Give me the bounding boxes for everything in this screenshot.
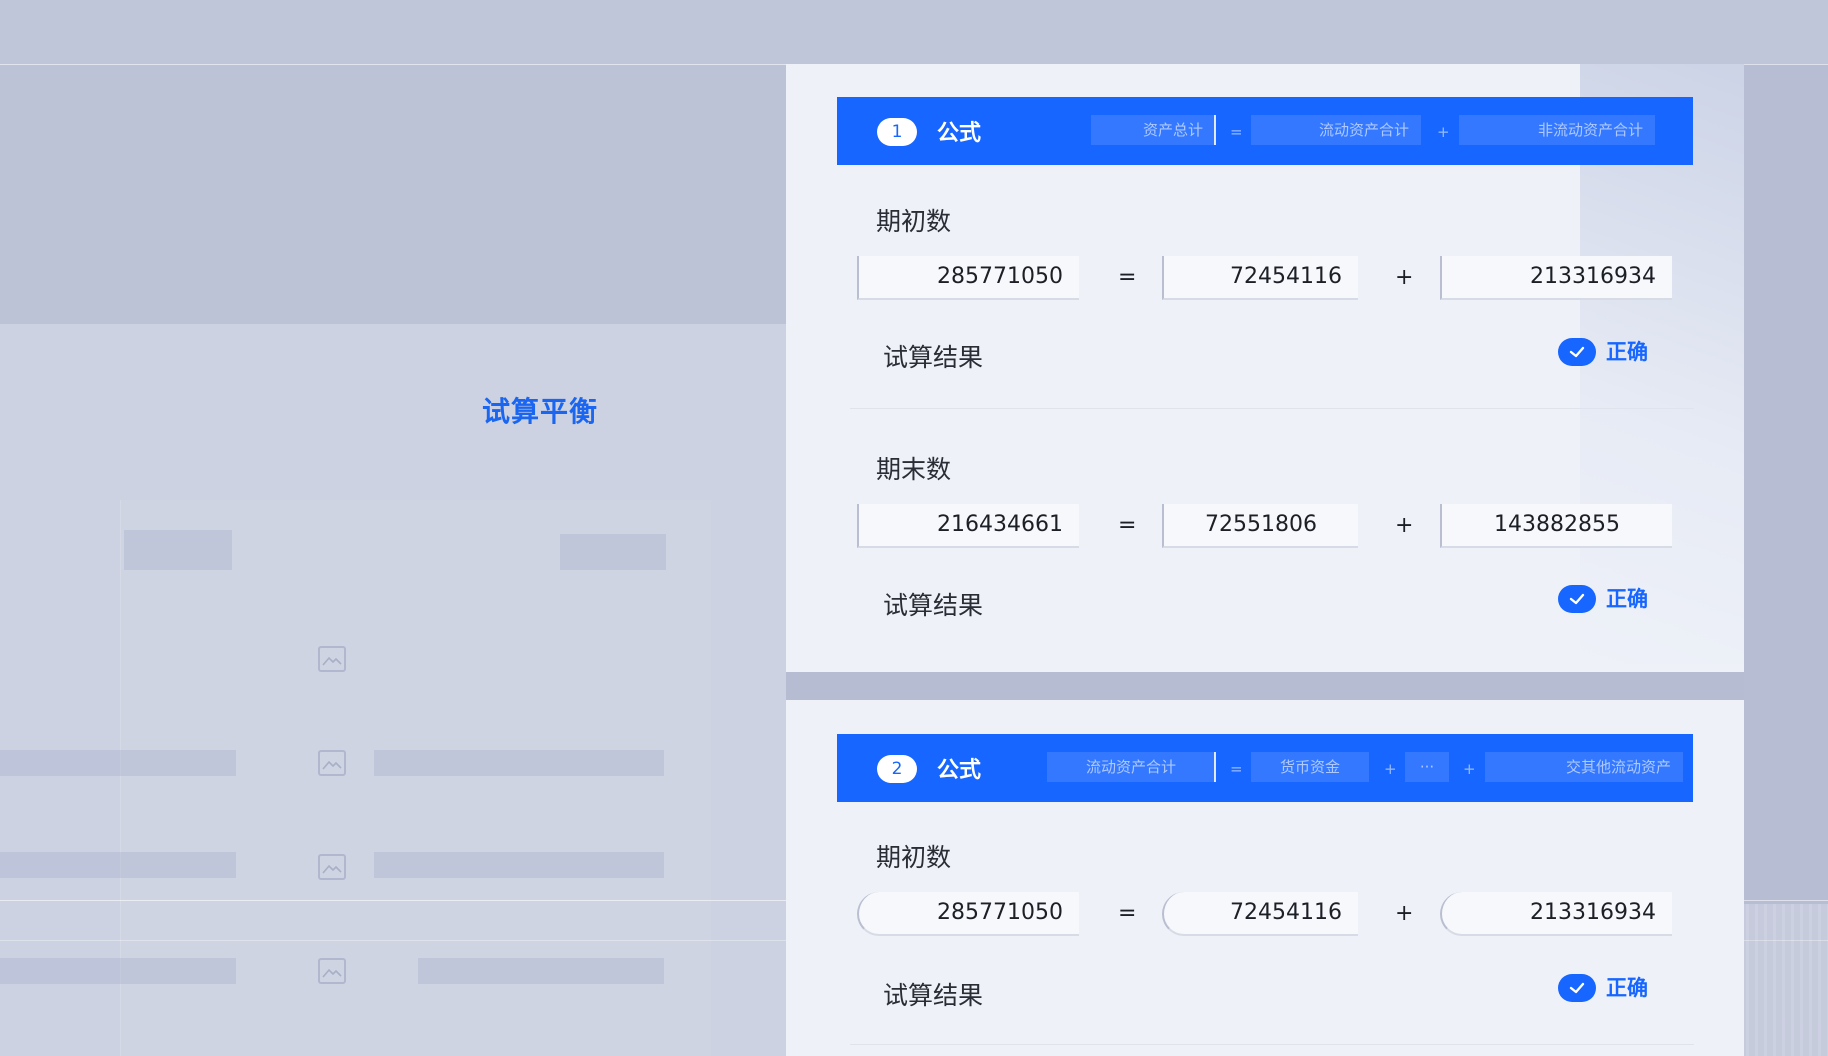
value-field[interactable]: 285771050	[857, 256, 1079, 300]
background-left-panel	[0, 64, 786, 324]
formula-operator: =	[1230, 123, 1243, 141]
placeholder-block	[0, 852, 236, 878]
image-icon	[318, 750, 346, 776]
formula-term-chip[interactable]: 货币资金	[1251, 752, 1369, 782]
plus-operator: +	[1395, 901, 1414, 926]
text-caret	[1214, 752, 1216, 782]
value-field[interactable]: 213316934	[1440, 892, 1672, 936]
text-caret	[1214, 115, 1216, 145]
value-field[interactable]: 216434661	[857, 504, 1079, 548]
formula-term-chip[interactable]: 流动资产合计	[1251, 115, 1421, 145]
formula-term-chip[interactable]: ···	[1405, 752, 1449, 782]
status-text: 正确	[1606, 587, 1648, 611]
placeholder-block	[374, 750, 664, 776]
result-label: 试算结果	[883, 343, 984, 372]
divider	[850, 1044, 1694, 1045]
formula-term-chip[interactable]: 非流动资产合计	[1459, 115, 1655, 145]
check-icon	[1558, 585, 1596, 613]
formula-term-chip[interactable]: 流动资产合计	[1047, 752, 1215, 782]
check-icon	[1558, 338, 1596, 366]
placeholder-block	[0, 958, 236, 984]
equals-operator: =	[1118, 513, 1137, 538]
formula-bar-1: 1 公式 资产总计 = 流动资产合计 + 非流动资产合计	[837, 97, 1693, 165]
placeholder-block	[374, 852, 664, 878]
result-label: 试算结果	[883, 981, 984, 1010]
section-label: 期初数	[876, 843, 952, 872]
equals-operator: =	[1118, 265, 1137, 290]
placeholder-block	[418, 958, 664, 984]
placeholder-block	[124, 530, 232, 570]
card-separator	[786, 672, 1744, 700]
status-text: 正确	[1606, 976, 1648, 1000]
step-badge: 1	[877, 118, 917, 146]
equals-operator: =	[1118, 901, 1137, 926]
background-top-band	[0, 0, 1828, 64]
placeholder-block	[0, 750, 236, 776]
formula-operator: +	[1437, 123, 1450, 141]
formula-term-chip[interactable]: 交其他流动资产	[1485, 752, 1683, 782]
plus-operator: +	[1395, 513, 1414, 538]
image-icon	[318, 646, 346, 672]
section-label: 期初数	[876, 207, 952, 236]
page-title: 试算平衡	[482, 395, 599, 428]
value-field[interactable]: 143882855	[1440, 504, 1672, 548]
value-field[interactable]: 285771050	[857, 892, 1079, 936]
check-icon	[1558, 974, 1596, 1002]
formula-operator: +	[1463, 760, 1476, 778]
formula-term-chip[interactable]: 资产总计	[1091, 115, 1215, 145]
background-right-edge	[1744, 64, 1828, 904]
image-icon	[318, 854, 346, 880]
step-badge: 2	[877, 755, 917, 783]
value-field[interactable]: 72454116	[1162, 256, 1358, 300]
value-field[interactable]: 72454116	[1162, 892, 1358, 936]
formula-label: 公式	[937, 758, 982, 783]
image-icon	[318, 958, 346, 984]
formula-operator: +	[1384, 760, 1397, 778]
formula-operator: =	[1230, 760, 1243, 778]
placeholder-block	[560, 534, 666, 570]
plus-operator: +	[1395, 265, 1414, 290]
result-label: 试算结果	[883, 591, 984, 620]
status-text: 正确	[1606, 340, 1648, 364]
value-field[interactable]: 72551806	[1162, 504, 1358, 548]
section-label: 期末数	[876, 455, 952, 484]
formula-label: 公式	[937, 121, 982, 146]
divider	[850, 408, 1694, 409]
formula-bar-2: 2 公式 流动资产合计 = 货币资金 + ··· + 交其他流动资产	[837, 734, 1693, 802]
value-field[interactable]: 213316934	[1440, 256, 1672, 300]
